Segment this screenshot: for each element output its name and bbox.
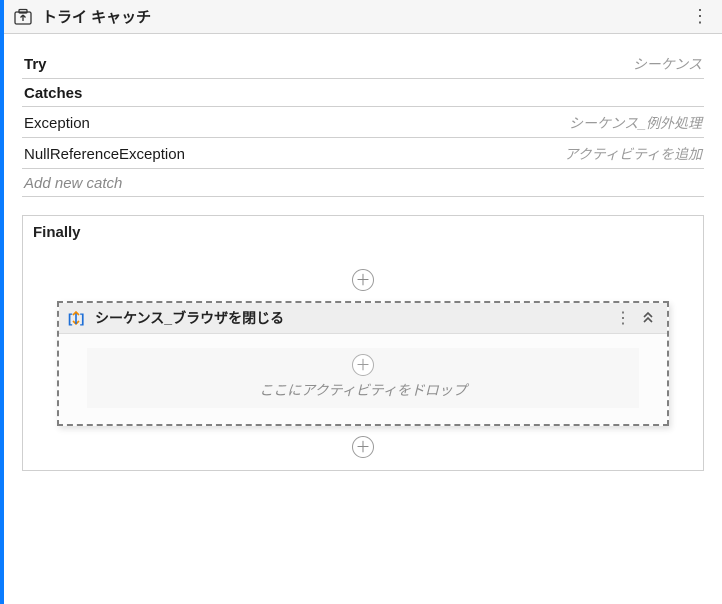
try-value: シーケンス	[633, 54, 702, 74]
finally-label: Finally	[23, 216, 703, 243]
try-catch-icon	[14, 8, 32, 26]
header-menu-icon[interactable]: ⋮	[690, 7, 710, 27]
catch-type-label: NullReferenceException	[24, 146, 185, 163]
add-new-catch-row[interactable]: Add new catch	[22, 169, 704, 197]
catch-handler-value: シーケンス_例外処理	[569, 113, 702, 133]
add-activity-before-button[interactable]: ＋	[352, 269, 374, 291]
sequence-header[interactable]: [ ] シーケンス_ブラウザを閉じる ⋮	[59, 303, 667, 334]
catches-section-row: Catches	[22, 79, 704, 107]
activity-title: トライ キャッチ	[42, 6, 690, 27]
drop-hint-label: ここにアクティビティをドロップ	[259, 380, 467, 400]
try-catch-activity: トライ キャッチ ⋮ Try シーケンス Catches Exception シ…	[0, 0, 722, 604]
finally-section: Finally ＋ [ ]	[22, 215, 704, 471]
drop-target[interactable]: ＋ ここにアクティビティをドロップ	[87, 348, 639, 408]
sequence-activity[interactable]: [ ] シーケンス_ブラウザを閉じる ⋮	[57, 301, 669, 426]
svg-text:[: [	[68, 311, 73, 326]
drop-add-icon[interactable]: ＋	[352, 354, 374, 376]
activity-body: Try シーケンス Catches Exception シーケンス_例外処理 N…	[4, 34, 722, 481]
sequence-icon: [ ]	[67, 309, 85, 327]
add-activity-after-button[interactable]: ＋	[352, 436, 374, 458]
catch-row[interactable]: Exception シーケンス_例外処理	[22, 107, 704, 138]
catch-handler-value: アクティビティを追加	[564, 144, 702, 164]
try-section-row[interactable]: Try シーケンス	[22, 48, 704, 79]
activity-titlebar[interactable]: トライ キャッチ ⋮	[4, 0, 722, 34]
collapse-icon[interactable]	[637, 310, 659, 327]
sequence-title: シーケンス_ブラウザを閉じる	[95, 308, 609, 328]
catch-type-label: Exception	[24, 115, 90, 132]
sequence-body: ＋ ここにアクティビティをドロップ	[59, 334, 667, 424]
insert-after-row: ＋	[23, 430, 703, 462]
add-new-catch-label: Add new catch	[24, 175, 122, 192]
catch-row[interactable]: NullReferenceException アクティビティを追加	[22, 138, 704, 169]
sequence-menu-icon[interactable]: ⋮	[609, 308, 637, 328]
try-label: Try	[24, 56, 47, 73]
svg-text:]: ]	[80, 311, 84, 326]
catches-label: Catches	[24, 85, 82, 102]
insert-before-row: ＋	[23, 243, 703, 297]
